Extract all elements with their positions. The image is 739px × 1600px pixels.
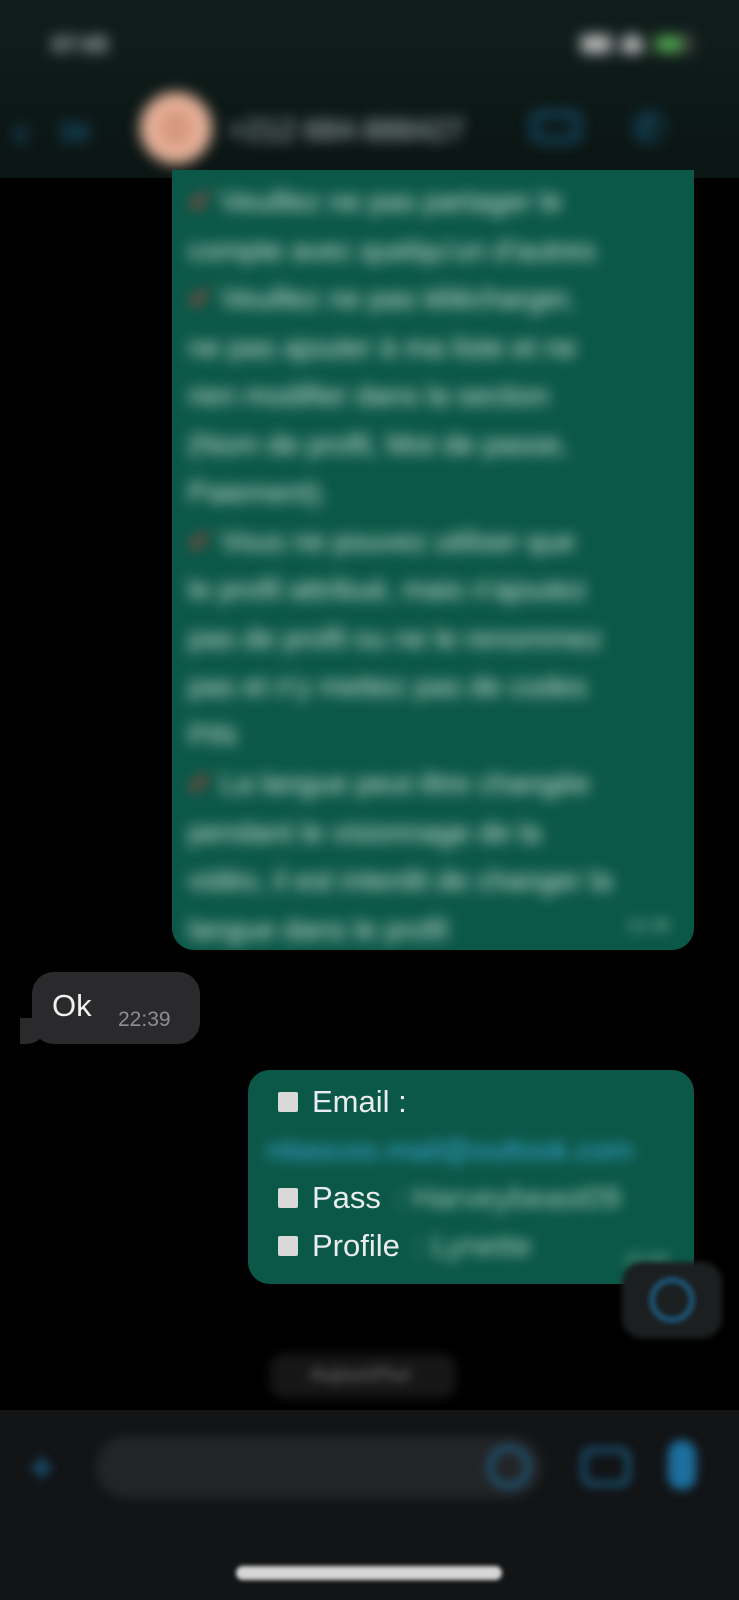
back-chevron-icon[interactable]: ‹	[14, 110, 29, 154]
status-icons	[581, 34, 695, 54]
contact-avatar[interactable]	[140, 92, 212, 164]
pass-label: Pass	[312, 1180, 381, 1215]
date-separator: Aujourd'hui	[270, 1354, 456, 1398]
chat-header: 07:05 ‹ 58 +212 684-888427 ✆	[0, 0, 739, 178]
back-unread-count[interactable]: 58	[60, 117, 89, 148]
email-line: Email :	[278, 1084, 407, 1120]
microphone-icon[interactable]	[668, 1440, 696, 1490]
red-check-icon: ✔	[188, 525, 213, 558]
message-line: ✔ La langue peut être changée	[188, 768, 590, 800]
phone-call-icon[interactable]: ✆	[632, 106, 666, 152]
message-line: rien modifier dans la section	[188, 380, 550, 412]
email-link[interactable]: nitascoo.mail@outlook.com	[266, 1134, 633, 1168]
video-call-icon[interactable]	[532, 112, 580, 142]
pass-line: Pass : Harveybeast09	[278, 1180, 621, 1216]
camera-icon[interactable]	[582, 1448, 630, 1486]
date-label: Aujourd'hui	[310, 1364, 410, 1386]
plus-icon[interactable]: +	[28, 1440, 55, 1494]
message-line: vidéo, il est interdit de changer la	[188, 865, 612, 897]
email-label: Email :	[312, 1084, 407, 1119]
red-check-icon: ✔	[188, 186, 213, 218]
message-input[interactable]	[96, 1436, 542, 1498]
sticker-icon[interactable]	[488, 1446, 530, 1488]
red-check-icon: ✔	[188, 283, 213, 315]
message-line: PIN	[188, 719, 237, 752]
square-bullet-icon	[278, 1188, 298, 1208]
header-blur-layer: 07:05 ‹ 58 +212 684-888427 ✆	[0, 0, 739, 178]
signal-icon	[581, 35, 611, 53]
home-indicator[interactable]	[236, 1566, 502, 1580]
pass-value: : Harveybeast09	[394, 1180, 621, 1215]
message-line: ✔ Veuillez ne pas partager le	[188, 186, 563, 218]
scroll-to-bottom-button[interactable]	[622, 1262, 722, 1338]
contact-name[interactable]: +212 684-888427	[228, 114, 464, 148]
message-line: Paiement).	[188, 477, 329, 509]
message-line: compte avec quelqu'un d'autres	[188, 234, 596, 267]
profile-line: Profile : Lynette	[278, 1228, 532, 1264]
square-bullet-icon	[278, 1092, 298, 1112]
message-line: (Nom de profil, Mot de passe,	[188, 428, 569, 461]
message-line: ne pas ajouter à ma liste et ne	[188, 331, 577, 364]
status-time: 07:05	[52, 32, 109, 57]
outgoing-message-rules[interactable]: ✔ Veuillez ne pas partager le compte avec…	[172, 170, 694, 950]
profile-value: : Lynette	[413, 1228, 532, 1263]
message-text: Ok	[52, 988, 92, 1023]
square-bullet-icon	[278, 1236, 298, 1256]
message-line: ✔ Vous ne pouvez utiliser que	[188, 525, 576, 558]
message-line: langue dans le profil	[188, 913, 448, 946]
incoming-message[interactable]: Ok 22:39	[20, 972, 200, 1044]
message-line: pendant le visionnage de la	[188, 816, 542, 849]
profile-label: Profile	[312, 1228, 400, 1263]
battery-icon	[653, 34, 695, 54]
message-text: ✔ Veuillez ne pas partager le compte avec…	[172, 170, 694, 950]
wifi-icon	[621, 35, 643, 53]
message-line: ✔ Veuillez ne pas télécharger,	[188, 283, 576, 315]
message-line: le profil attribué, mais n'ajoutez	[188, 574, 587, 606]
red-check-icon: ✔	[188, 768, 213, 800]
message-time: 22:39	[118, 1008, 171, 1031]
outgoing-message-credentials[interactable]: Email : nitascoo.mail@outlook.com Pass :…	[248, 1070, 694, 1284]
message-line: pas et n'y mettez pas de codes	[188, 671, 587, 703]
message-line: pas de profil ou ne le renommez	[188, 622, 603, 655]
message-time: 22:38	[627, 916, 670, 935]
